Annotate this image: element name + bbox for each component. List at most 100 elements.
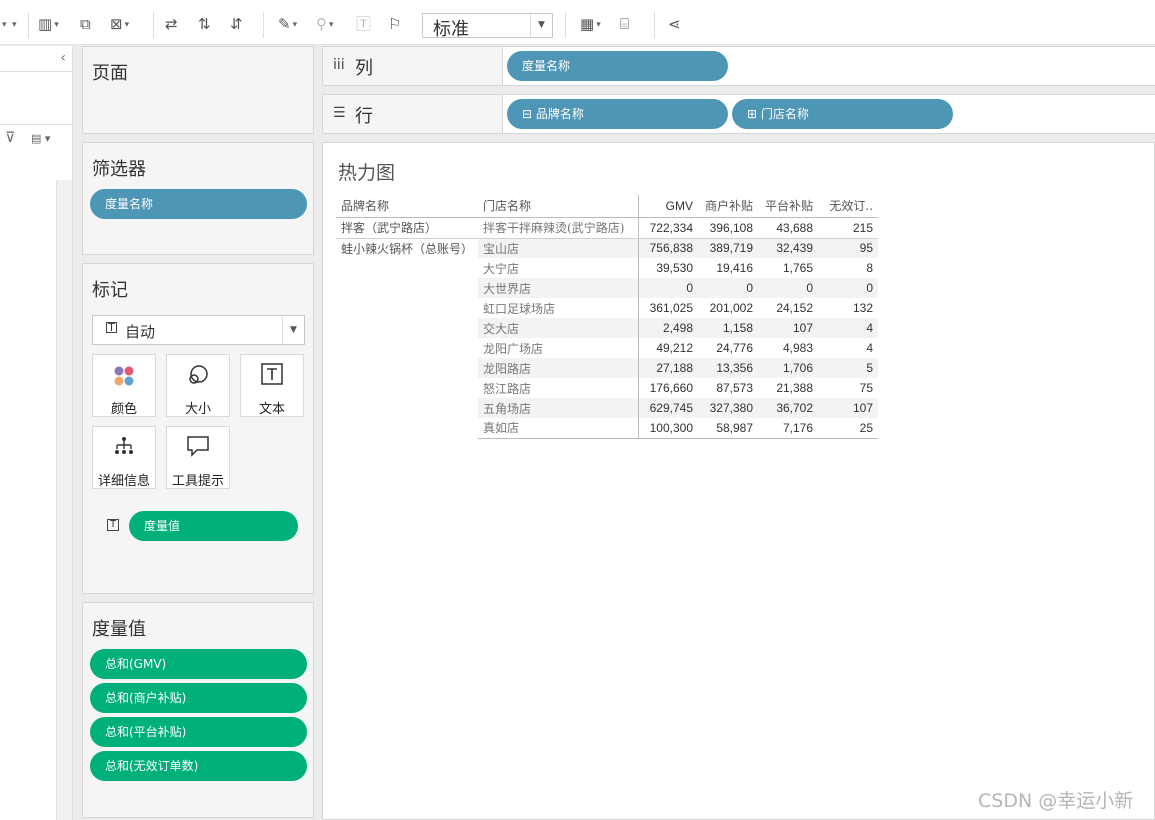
new-worksheet-icon[interactable]: ▥ ▾ — [38, 14, 59, 35]
header-platform-subsidy[interactable]: 平台补贴 — [758, 195, 819, 218]
rows-pill-brand-name[interactable]: ⊟ 品牌名称 — [507, 99, 728, 129]
cell-platform-subsidy[interactable]: 4,983 — [758, 338, 818, 358]
cell-platform-subsidy[interactable]: 43,688 — [758, 217, 819, 239]
filter-pill-measure-names[interactable]: 度量名称 — [90, 189, 307, 219]
cell-brand[interactable]: 拌客（武宁路店） — [336, 217, 479, 239]
view-canvas[interactable]: 热力图 品牌名称 门店名称 GMV 商户补贴 平台补贴 无效订.. 拌客（武宁路… — [322, 142, 1155, 820]
cell-gmv[interactable]: 361,025 — [638, 298, 698, 318]
cell-gmv[interactable]: 49,212 — [638, 338, 698, 358]
header-brand[interactable]: 品牌名称 — [336, 195, 479, 218]
header-gmv[interactable]: GMV — [638, 195, 699, 218]
cell-platform-subsidy[interactable]: 1,706 — [758, 358, 819, 378]
scrollbar[interactable] — [56, 180, 72, 820]
filters-card[interactable]: 筛选器 度量名称 — [82, 142, 314, 255]
cell-gmv[interactable]: 0 — [638, 278, 699, 298]
swap-icon[interactable]: ⇄ — [165, 14, 178, 34]
rows-drop-zone[interactable]: ⊟ 品牌名称 ⊞ 门店名称 — [502, 95, 1155, 133]
cell-invalid-orders[interactable]: 75 — [818, 378, 878, 398]
cell-store[interactable]: 真如店 — [478, 418, 639, 439]
cell-brand[interactable]: 蛙小辣火锅杯（总账号） — [336, 238, 478, 438]
show-me-icon[interactable]: ▦ ▾ — [580, 14, 601, 35]
cell-store[interactable]: 拌客干拌麻辣烫(武宁路店) — [478, 217, 639, 239]
cell-store[interactable]: 交大店 — [478, 318, 639, 338]
cell-gmv[interactable]: 39,530 — [638, 258, 698, 278]
header-store[interactable]: 门店名称 — [478, 195, 639, 218]
columns-drop-zone[interactable]: 度量名称 — [502, 47, 1155, 85]
cell-gmv[interactable]: 722,334 — [638, 217, 699, 239]
measure-pill-invalid-orders[interactable]: 总和(无效订单数) — [90, 751, 307, 781]
detail-button[interactable]: 详细信息 — [92, 426, 156, 489]
undo-caret-icon[interactable]: ▾ — [0, 14, 7, 35]
cell-platform-subsidy[interactable]: 0 — [758, 278, 819, 298]
header-merchant-subsidy[interactable]: 商户补贴 — [698, 195, 759, 218]
measure-pill-platform-subsidy[interactable]: 总和(平台补贴) — [90, 717, 307, 747]
cell-store[interactable]: 龙阳广场店 — [478, 338, 639, 358]
cell-store[interactable]: 五角场店 — [478, 398, 639, 418]
cell-gmv[interactable]: 629,745 — [638, 398, 699, 418]
columns-pill-measure-names[interactable]: 度量名称 — [507, 51, 728, 81]
duplicate-icon[interactable]: ⧉ — [80, 14, 91, 34]
cell-invalid-orders[interactable]: 0 — [818, 278, 879, 298]
cell-platform-subsidy[interactable]: 32,439 — [758, 238, 819, 258]
size-button[interactable]: 大小 — [166, 354, 230, 417]
group-icon[interactable]: ⚲ ▾ — [316, 14, 334, 35]
cell-store[interactable]: 龙阳路店 — [478, 358, 639, 378]
cell-merchant-subsidy[interactable]: 19,416 — [698, 258, 758, 278]
cell-gmv[interactable]: 100,300 — [638, 418, 699, 439]
cell-merchant-subsidy[interactable]: 389,719 — [698, 238, 759, 258]
cell-merchant-subsidy[interactable]: 396,108 — [698, 217, 759, 239]
cell-merchant-subsidy[interactable]: 327,380 — [698, 398, 759, 418]
cell-merchant-subsidy[interactable]: 201,002 — [698, 298, 758, 318]
cell-gmv[interactable]: 27,188 — [638, 358, 699, 378]
cell-invalid-orders[interactable]: 25 — [818, 418, 879, 439]
highlight-icon[interactable]: ✎ ▾ — [278, 14, 297, 35]
cell-merchant-subsidy[interactable]: 87,573 — [698, 378, 758, 398]
text-pill-measure-values[interactable]: 度量值 — [129, 511, 298, 541]
cell-store[interactable]: 宝山店 — [478, 238, 639, 258]
measure-pill-merchant-subsidy[interactable]: 总和(商户补贴) — [90, 683, 307, 713]
cell-invalid-orders[interactable]: 4 — [818, 318, 879, 338]
cell-platform-subsidy[interactable]: 36,702 — [758, 398, 819, 418]
label-icon[interactable]: 🅃 — [356, 14, 371, 34]
share-icon[interactable]: ⋖ — [668, 14, 681, 34]
fit-select[interactable]: 标准 ▼ — [422, 13, 553, 40]
list-view-icon[interactable]: ▤ ▾ — [31, 132, 50, 145]
cell-platform-subsidy[interactable]: 7,176 — [758, 418, 819, 439]
tooltip-button[interactable]: 工具提示 — [166, 426, 230, 489]
cell-merchant-subsidy[interactable]: 13,356 — [698, 358, 759, 378]
header-invalid-orders[interactable]: 无效订.. — [818, 195, 879, 218]
cell-invalid-orders[interactable]: 95 — [818, 238, 879, 258]
text-button[interactable]: 文本 — [240, 354, 304, 417]
cell-invalid-orders[interactable]: 132 — [818, 298, 878, 318]
presentation-icon[interactable]: ⌸ — [620, 14, 629, 34]
cell-platform-subsidy[interactable]: 1,765 — [758, 258, 818, 278]
pin-icon[interactable]: ⚐ — [388, 14, 401, 34]
cell-gmv[interactable]: 2,498 — [638, 318, 699, 338]
cell-store[interactable]: 怒江路店 — [478, 378, 639, 398]
mark-type-select[interactable]: T 自动 ▼ — [92, 315, 305, 345]
clear-sheet-icon[interactable]: ⊠ ▾ — [110, 14, 129, 35]
cell-merchant-subsidy[interactable]: 1,158 — [698, 318, 759, 338]
cell-store[interactable]: 大世界店 — [478, 278, 639, 298]
cell-invalid-orders[interactable]: 107 — [818, 398, 879, 418]
sort-descending-icon[interactable]: ⇵ — [230, 14, 243, 34]
cell-merchant-subsidy[interactable]: 0 — [698, 278, 759, 298]
cell-merchant-subsidy[interactable]: 58,987 — [698, 418, 759, 439]
filter-icon[interactable]: ⊽ — [5, 130, 15, 146]
cell-platform-subsidy[interactable]: 24,152 — [758, 298, 818, 318]
color-button[interactable]: 颜色 — [92, 354, 156, 417]
cell-platform-subsidy[interactable]: 107 — [758, 318, 819, 338]
cell-platform-subsidy[interactable]: 21,388 — [758, 378, 818, 398]
collapse-chevron-icon[interactable]: ‹ — [60, 50, 66, 66]
cell-store[interactable]: 虹口足球场店 — [478, 298, 639, 318]
pages-card[interactable]: 页面 — [82, 46, 314, 134]
cell-gmv[interactable]: 176,660 — [638, 378, 698, 398]
cell-gmv[interactable]: 756,838 — [638, 238, 699, 258]
measure-pill-gmv[interactable]: 总和(GMV) — [90, 649, 307, 679]
cell-invalid-orders[interactable]: 8 — [818, 258, 878, 278]
redo-caret-icon[interactable]: ▾ — [10, 14, 17, 35]
cell-invalid-orders[interactable]: 5 — [818, 358, 879, 378]
rows-pill-store-name[interactable]: ⊞ 门店名称 — [732, 99, 953, 129]
cell-merchant-subsidy[interactable]: 24,776 — [698, 338, 758, 358]
sort-ascending-icon[interactable]: ⇅ — [198, 14, 211, 34]
